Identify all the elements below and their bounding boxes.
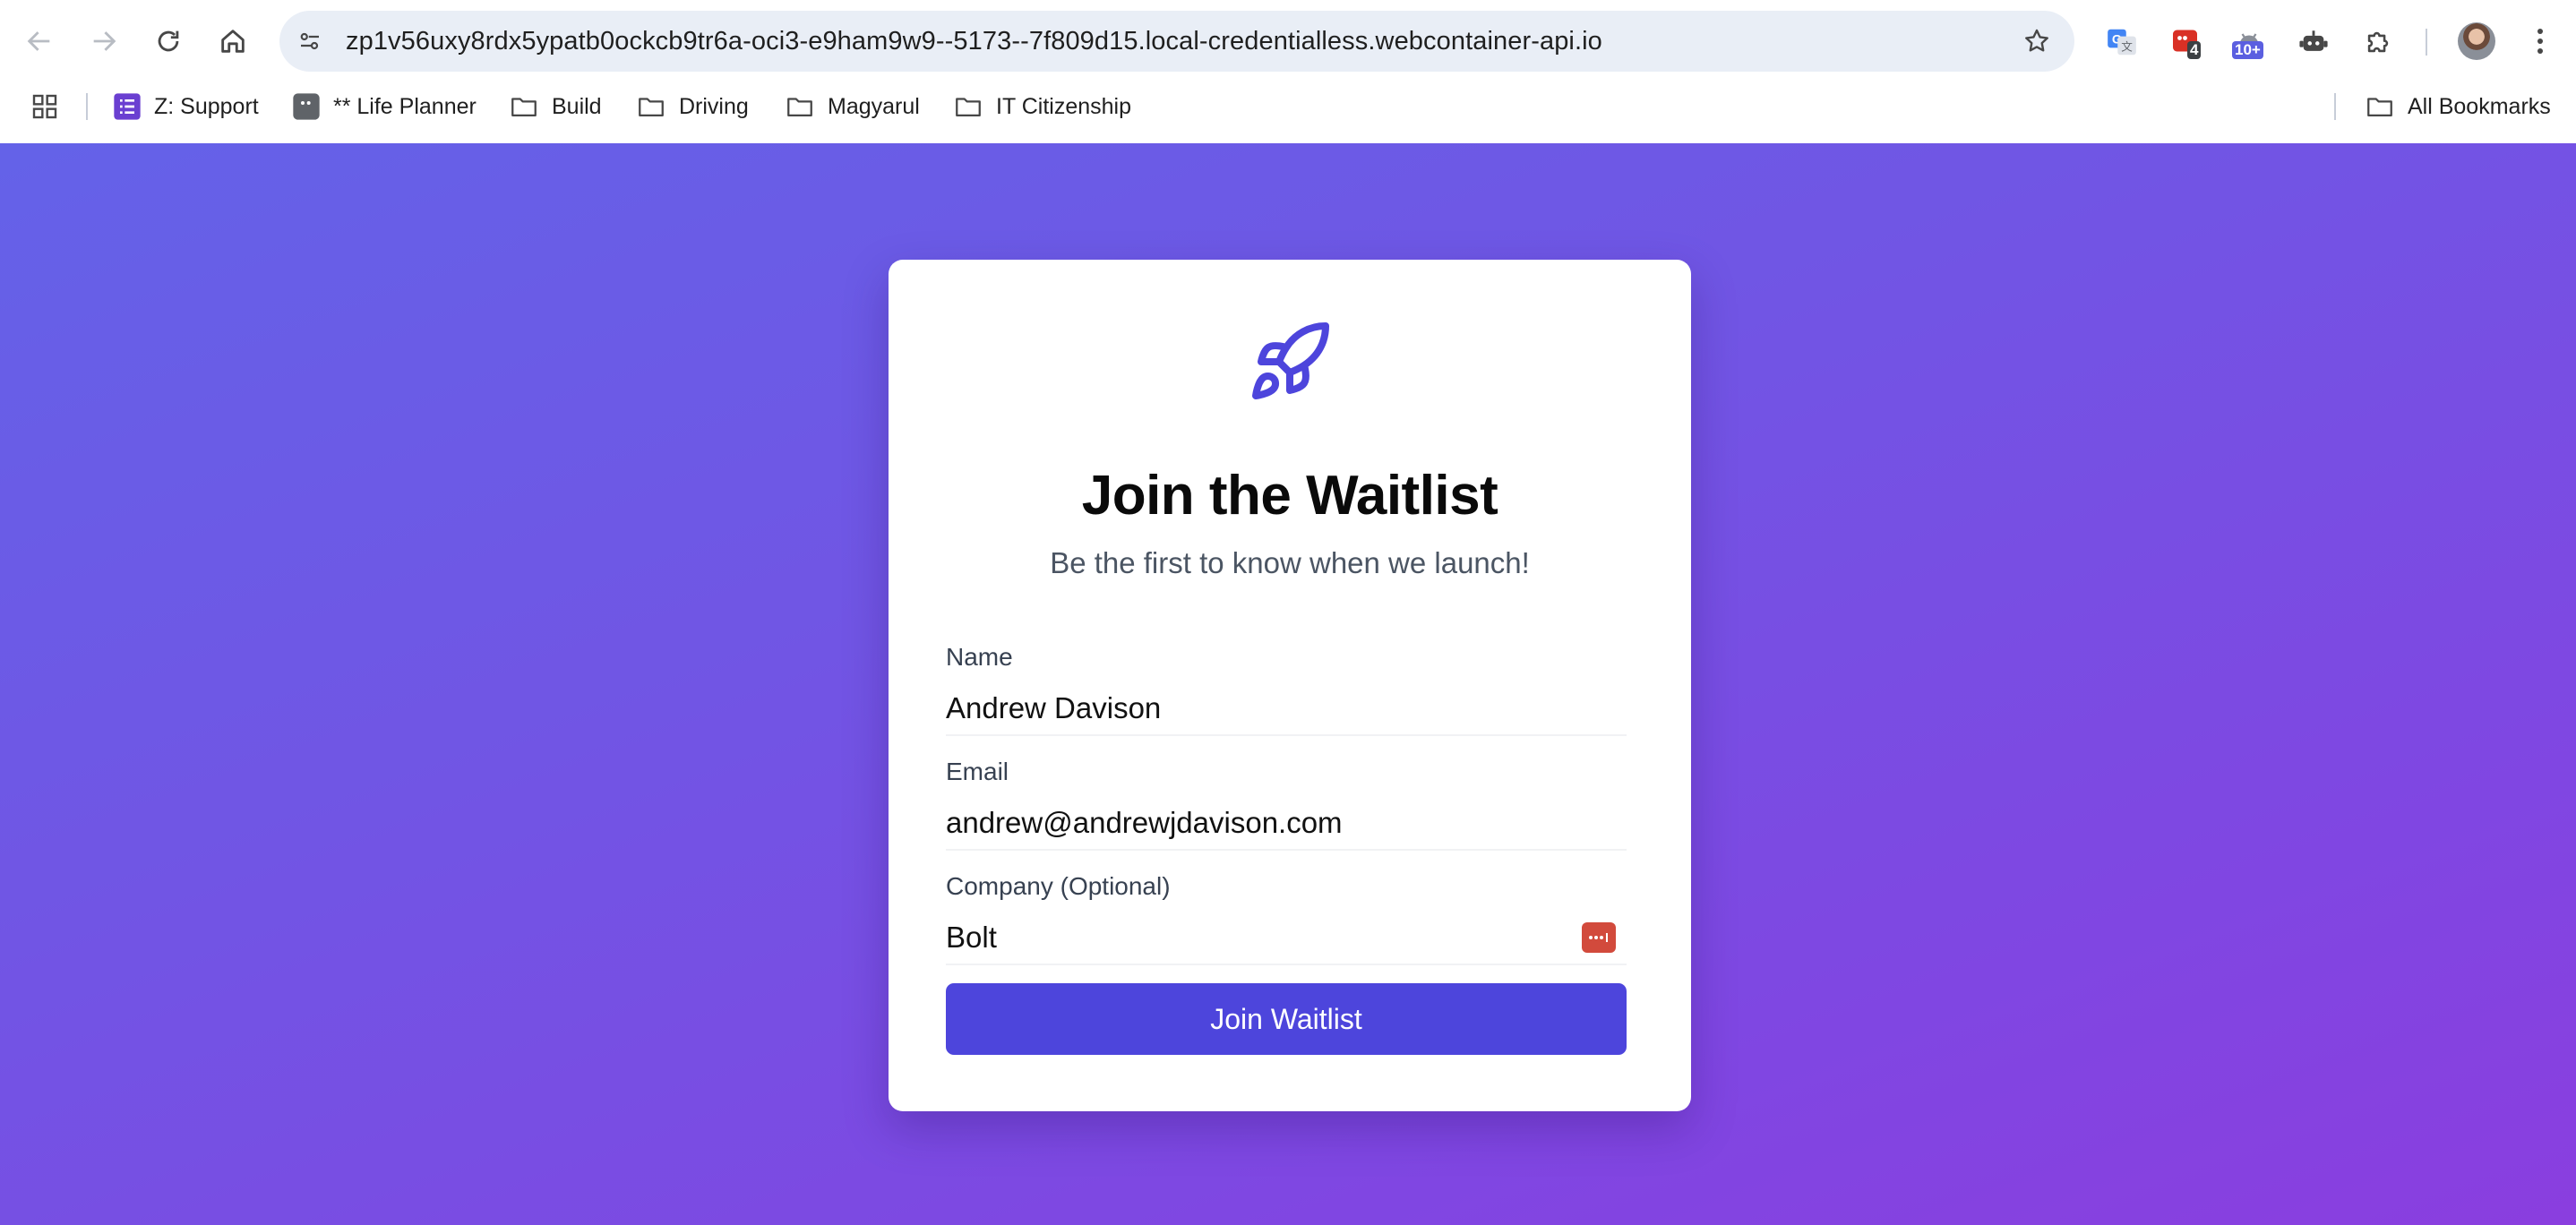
translate-extension-icon[interactable]: G文 — [2101, 21, 2142, 63]
folder-icon — [953, 91, 983, 122]
address-bar[interactable]: zp1v56uxy8rdx5ypatb0ockcb9tr6a-oci3-e9ha… — [279, 11, 2074, 72]
folder-icon — [2365, 91, 2395, 122]
back-button[interactable] — [18, 20, 61, 63]
browser-toolbar: zp1v56uxy8rdx5ypatb0ockcb9tr6a-oci3-e9ha… — [0, 0, 2576, 82]
arrow-left-icon — [27, 31, 50, 51]
bookmark-label: Driving — [679, 93, 749, 119]
email-field-value: andrew@andrewjdavison.com — [946, 806, 1343, 839]
company-label: Company (Optional) — [946, 872, 1171, 900]
join-waitlist-button[interactable]: Join Waitlist — [946, 983, 1627, 1055]
bookmarks-bar: Z: Support ** Life Planner Build Driving… — [0, 82, 2576, 143]
bookmark-label: Magyarul — [828, 93, 920, 119]
bookmark-label: IT Citizenship — [996, 93, 1131, 119]
arrow-right-icon — [93, 31, 116, 51]
bookmark-label: Build — [552, 93, 602, 119]
android-extension-icon[interactable]: 10+ — [2228, 21, 2270, 63]
browser-menu-icon[interactable] — [2526, 23, 2555, 59]
bookmark-z-support[interactable]: Z: Support — [113, 82, 259, 131]
bookmarks-divider — [86, 93, 88, 120]
robot-extension-icon[interactable] — [2293, 21, 2334, 63]
bookmark-label: ** Life Planner — [333, 93, 477, 119]
mail-badge: 4 — [2187, 41, 2202, 59]
bookmark-folder-driving[interactable]: Driving — [636, 82, 749, 131]
bookmark-square-icon — [292, 92, 321, 121]
page-subtitle: Be the first to know when we launch! — [1050, 546, 1530, 579]
bookmark-folder-it-citizenship[interactable]: IT Citizenship — [953, 82, 1131, 131]
page-title: Join the Waitlist — [1081, 465, 1498, 527]
profile-avatar[interactable] — [2458, 22, 2495, 60]
mail-extension-icon[interactable]: 4 — [2166, 21, 2207, 63]
name-field-value: Andrew Davison — [946, 691, 1162, 724]
rocket-icon — [1245, 317, 1335, 407]
bookmark-label: Z: Support — [154, 93, 259, 119]
url-text[interactable]: zp1v56uxy8rdx5ypatb0ockcb9tr6a-oci3-e9ha… — [346, 11, 1602, 72]
bookmark-life-planner[interactable]: ** Life Planner — [292, 82, 477, 131]
android-badge: 10+ — [2232, 41, 2263, 59]
all-bookmarks-label: All Bookmarks — [2408, 93, 2551, 119]
bookmark-folder-magyarul[interactable]: Magyarul — [785, 82, 920, 131]
folder-icon — [636, 91, 666, 122]
bookmarks-divider-right — [2334, 93, 2336, 120]
company-field[interactable]: Bolt — [946, 912, 1627, 965]
puzzle-extensions-icon[interactable] — [2357, 21, 2399, 63]
forward-button[interactable] — [82, 20, 125, 63]
bookmark-star-icon[interactable] — [2019, 23, 2055, 59]
site-info-icon[interactable] — [290, 21, 330, 61]
bookmark-folder-build[interactable]: Build — [509, 82, 602, 131]
all-bookmarks-button[interactable]: All Bookmarks — [2365, 82, 2551, 131]
email-field[interactable]: andrew@andrewjdavison.com — [946, 797, 1627, 851]
company-field-value: Bolt — [946, 921, 997, 954]
reload-icon — [158, 30, 179, 52]
home-icon — [221, 30, 245, 53]
name-field[interactable]: Andrew Davison — [946, 682, 1627, 736]
toolbar-divider — [2426, 29, 2427, 56]
name-label: Name — [946, 643, 1013, 671]
svg-text:文: 文 — [2121, 40, 2133, 54]
list-icon — [113, 92, 142, 121]
folder-icon — [509, 91, 539, 122]
reload-button[interactable] — [147, 20, 190, 63]
email-label: Email — [946, 758, 1009, 785]
apps-grid-icon[interactable] — [30, 82, 59, 131]
password-manager-icon[interactable] — [1582, 922, 1616, 953]
home-button[interactable] — [211, 20, 254, 63]
waitlist-card: Join the Waitlist Be the first to know w… — [889, 260, 1691, 1111]
page-background: Join the Waitlist Be the first to know w… — [0, 143, 2576, 1225]
folder-icon — [785, 91, 815, 122]
